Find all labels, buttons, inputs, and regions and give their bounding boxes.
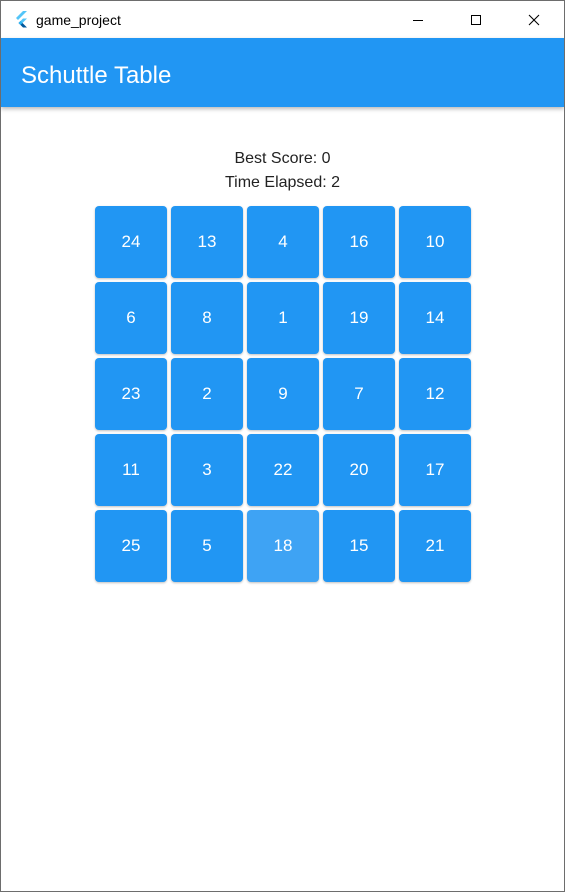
schulte-grid: 24 13 4 16 10 6 8 1 19 14 23 2 9 7 12 11…	[95, 206, 471, 582]
minimize-button[interactable]	[389, 1, 447, 38]
grid-tile[interactable]: 12	[399, 358, 471, 430]
grid-tile[interactable]: 6	[95, 282, 167, 354]
grid-tile[interactable]: 3	[171, 434, 243, 506]
close-icon	[528, 14, 540, 25]
close-button[interactable]	[505, 1, 563, 38]
grid-tile[interactable]: 21	[399, 510, 471, 582]
grid-tile[interactable]: 4	[247, 206, 319, 278]
grid-tile[interactable]: 15	[323, 510, 395, 582]
grid-tile[interactable]: 10	[399, 206, 471, 278]
grid-tile[interactable]: 24	[95, 206, 167, 278]
grid-tile[interactable]: 11	[95, 434, 167, 506]
best-score-label: Best Score: 0	[234, 150, 331, 167]
grid-tile[interactable]: 7	[323, 358, 395, 430]
app-window: game_project Schuttle Table Best Score: …	[0, 0, 565, 892]
grid-tile[interactable]: 20	[323, 434, 395, 506]
flutter-logo-icon	[16, 11, 27, 28]
app-bar: Schuttle Table	[1, 38, 564, 107]
grid-tile[interactable]: 17	[399, 434, 471, 506]
grid-tile[interactable]: 14	[399, 282, 471, 354]
time-elapsed-label: Time Elapsed: 2	[224, 174, 340, 191]
maximize-icon	[471, 14, 481, 25]
page-title: Schuttle Table	[21, 62, 172, 89]
grid-tile[interactable]: 2	[171, 358, 243, 430]
grid-tile[interactable]: 5	[171, 510, 243, 582]
grid-tile[interactable]: 22	[247, 434, 319, 506]
window-title: game_project	[36, 12, 121, 28]
minimize-icon	[413, 19, 423, 21]
grid-tile[interactable]: 19	[323, 282, 395, 354]
grid-tile[interactable]: 9	[247, 358, 319, 430]
title-bar[interactable]: game_project	[1, 1, 564, 38]
grid-tile[interactable]: 16	[323, 206, 395, 278]
maximize-button[interactable]	[447, 1, 505, 38]
grid-tile[interactable]: 18	[247, 510, 319, 582]
grid-tile[interactable]: 1	[247, 282, 319, 354]
grid-tile[interactable]: 23	[95, 358, 167, 430]
grid-tile[interactable]: 25	[95, 510, 167, 582]
grid-tile[interactable]: 8	[171, 282, 243, 354]
grid-tile[interactable]: 13	[171, 206, 243, 278]
